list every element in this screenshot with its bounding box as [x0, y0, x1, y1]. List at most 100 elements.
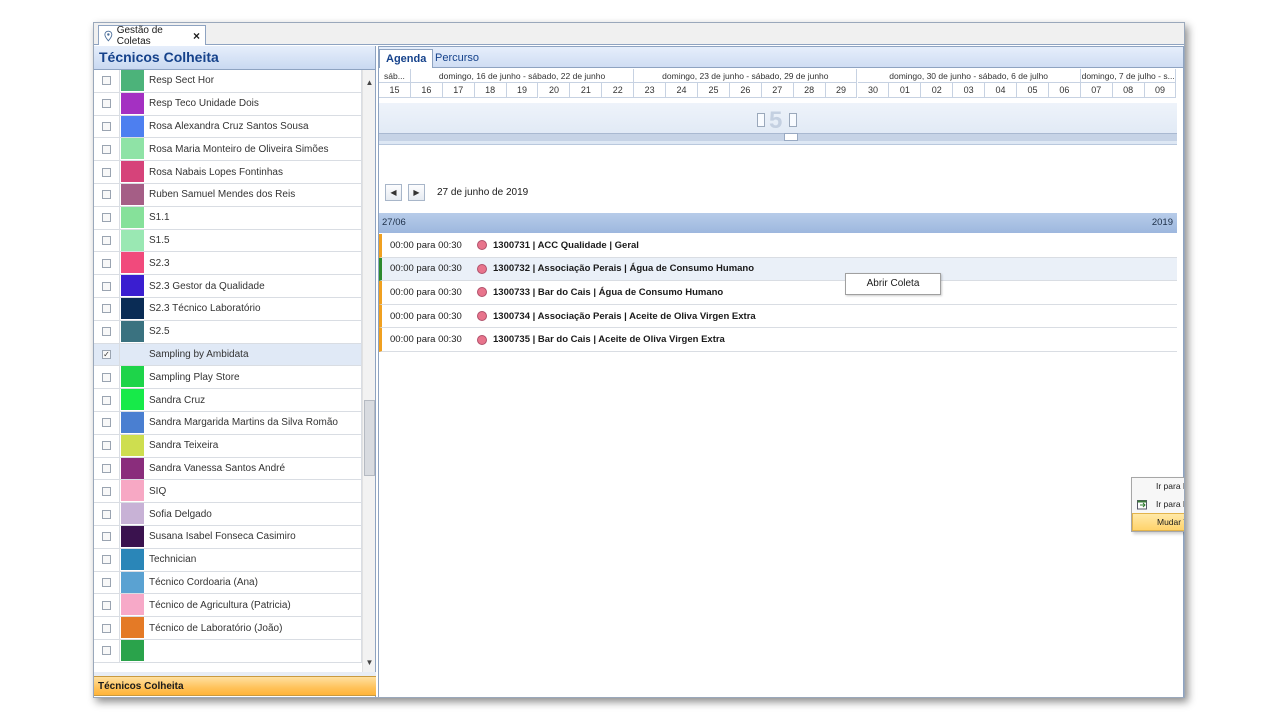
- menu-item[interactable]: Mudar Vista▶: [1132, 513, 1184, 531]
- list-item[interactable]: Sandra Teixeira: [94, 434, 362, 458]
- day-cell[interactable]: 22: [602, 83, 635, 98]
- list-item[interactable]: Sofia Delgado: [94, 503, 362, 526]
- technician-checkbox[interactable]: [102, 646, 111, 656]
- day-cell[interactable]: 28: [793, 83, 826, 98]
- technician-checkbox[interactable]: ✓: [102, 349, 111, 359]
- technician-checkbox[interactable]: [102, 235, 111, 245]
- list-item[interactable]: Resp Teco Unidade Dois: [94, 92, 362, 116]
- scroll-up-icon[interactable]: ▲: [365, 78, 374, 88]
- appointment-row[interactable]: 00:00 para 00:30 1300734 | Associação Per…: [379, 304, 1177, 329]
- list-item[interactable]: ✓ Sampling by Ambidata: [94, 343, 362, 367]
- list-item[interactable]: S1.5: [94, 229, 362, 253]
- range-handle-right[interactable]: [789, 113, 797, 127]
- day-cell[interactable]: 26: [729, 83, 762, 98]
- day-cell[interactable]: 03: [953, 83, 986, 98]
- appointment-row[interactable]: 00:00 para 00:30 1300731 | ACC Qualidade …: [379, 234, 1177, 258]
- technician-checkbox[interactable]: [102, 258, 111, 268]
- doc-tab-gestao-coletas[interactable]: Gestão de Coletas ×: [98, 25, 206, 47]
- list-item[interactable]: Resp Sect Hor: [94, 70, 362, 93]
- technician-checkbox[interactable]: [102, 167, 111, 177]
- day-cell[interactable]: 23: [634, 83, 667, 98]
- list-item[interactable]: Sandra Vanessa Santos André: [94, 457, 362, 481]
- technician-checkbox[interactable]: [102, 213, 111, 223]
- day-cell[interactable]: 09: [1144, 83, 1177, 98]
- prev-day-button[interactable]: ◀: [385, 183, 402, 201]
- day-cell[interactable]: 29: [825, 83, 858, 98]
- close-icon[interactable]: ×: [193, 29, 200, 43]
- appointment-row[interactable]: 00:00 para 00:30 1300732 | Associação Per…: [379, 257, 1177, 282]
- day-cell[interactable]: 07: [1080, 83, 1113, 98]
- list-item[interactable]: Sandra Margarida Martins da Silva Romão: [94, 411, 362, 435]
- day-cell[interactable]: 25: [698, 83, 730, 98]
- technician-checkbox[interactable]: [102, 623, 111, 633]
- technician-checkbox[interactable]: [102, 76, 111, 86]
- day-cell[interactable]: 20: [538, 83, 571, 98]
- list-item[interactable]: S2.3: [94, 252, 362, 276]
- nav-pane-button[interactable]: Técnicos Colheita: [94, 676, 376, 696]
- day-cell[interactable]: 06: [1048, 83, 1081, 98]
- day-cell[interactable]: 16: [410, 83, 443, 98]
- technician-checkbox[interactable]: [102, 99, 111, 109]
- list-item[interactable]: Rosa Alexandra Cruz Santos Sousa: [94, 115, 362, 139]
- list-item[interactable]: Rosa Maria Monteiro de Oliveira Simões: [94, 138, 362, 162]
- overview-track[interactable]: [379, 133, 1177, 141]
- appointment-row[interactable]: 00:00 para 00:30 1300733 | Bar do Cais | …: [379, 281, 1177, 305]
- technician-checkbox[interactable]: [102, 281, 111, 291]
- list-item[interactable]: S2.5: [94, 320, 362, 344]
- day-cell[interactable]: 02: [921, 83, 954, 98]
- technician-checkbox[interactable]: [102, 532, 111, 542]
- technician-checkbox[interactable]: [102, 121, 111, 131]
- day-cell[interactable]: 24: [666, 83, 698, 98]
- technician-checkbox[interactable]: [102, 509, 111, 519]
- day-cell[interactable]: 30: [857, 83, 890, 98]
- tab-percurso[interactable]: Percurso: [429, 49, 485, 68]
- list-item[interactable]: SIQ: [94, 480, 362, 504]
- list-item[interactable]: [94, 639, 362, 663]
- technician-checkbox[interactable]: [102, 304, 111, 314]
- list-item[interactable]: Ruben Samuel Mendes dos Reis: [94, 183, 362, 207]
- list-item[interactable]: Técnico Cordoaria (Ana): [94, 571, 362, 595]
- day-cell[interactable]: 15: [379, 83, 411, 98]
- technician-checkbox[interactable]: [102, 144, 111, 154]
- open-collection-popup-button[interactable]: Abrir Coleta: [845, 273, 941, 295]
- menu-item[interactable]: Ir para Data: [1132, 496, 1184, 514]
- technician-checkbox[interactable]: [102, 395, 111, 405]
- day-cell[interactable]: 04: [985, 83, 1017, 98]
- technician-checkbox[interactable]: [102, 372, 111, 382]
- menu-item[interactable]: Ir para Hoje: [1132, 478, 1184, 496]
- technician-checkbox[interactable]: [102, 418, 111, 428]
- technician-checkbox[interactable]: [102, 577, 111, 587]
- list-item[interactable]: Sandra Cruz: [94, 389, 362, 412]
- day-cell[interactable]: 05: [1017, 83, 1049, 98]
- list-item[interactable]: Rosa Nabais Lopes Fontinhas: [94, 161, 362, 184]
- technician-checkbox[interactable]: [102, 555, 111, 565]
- list-item[interactable]: S2.3 Gestor da Qualidade: [94, 275, 362, 298]
- date-navigator-overview[interactable]: 5: [379, 103, 1177, 145]
- technician-checkbox[interactable]: [102, 463, 111, 473]
- day-cell[interactable]: 18: [474, 83, 507, 98]
- overview-thumb[interactable]: [784, 133, 798, 141]
- list-item[interactable]: S1.1: [94, 206, 362, 230]
- technician-checkbox[interactable]: [102, 600, 111, 610]
- day-cell[interactable]: 21: [570, 83, 603, 98]
- day-cell[interactable]: 17: [442, 83, 475, 98]
- technician-checkbox[interactable]: [102, 327, 111, 337]
- range-handle-left[interactable]: [757, 113, 765, 127]
- appointment-row[interactable]: 00:00 para 00:30 1300735 | Bar do Cais | …: [379, 328, 1177, 352]
- list-item[interactable]: Susana Isabel Fonseca Casimiro: [94, 525, 362, 549]
- technician-checkbox[interactable]: [102, 190, 111, 200]
- day-cell[interactable]: 01: [889, 83, 922, 98]
- day-cell[interactable]: 08: [1112, 83, 1145, 98]
- scrollbar-thumb[interactable]: [364, 400, 375, 476]
- technician-checkbox[interactable]: [102, 441, 111, 451]
- list-item[interactable]: Technician: [94, 548, 362, 572]
- scroll-down-icon[interactable]: ▼: [365, 658, 374, 668]
- list-scrollbar[interactable]: ▲ ▼: [362, 70, 375, 672]
- list-item[interactable]: S2.3 Técnico Laboratório: [94, 297, 362, 321]
- tab-agenda[interactable]: Agenda: [379, 49, 434, 68]
- day-cell[interactable]: 27: [761, 83, 794, 98]
- technician-checkbox[interactable]: [102, 486, 111, 496]
- day-cell[interactable]: 19: [506, 83, 539, 98]
- list-item[interactable]: Sampling Play Store: [94, 366, 362, 390]
- list-item[interactable]: Técnico de Laboratório (João): [94, 617, 362, 640]
